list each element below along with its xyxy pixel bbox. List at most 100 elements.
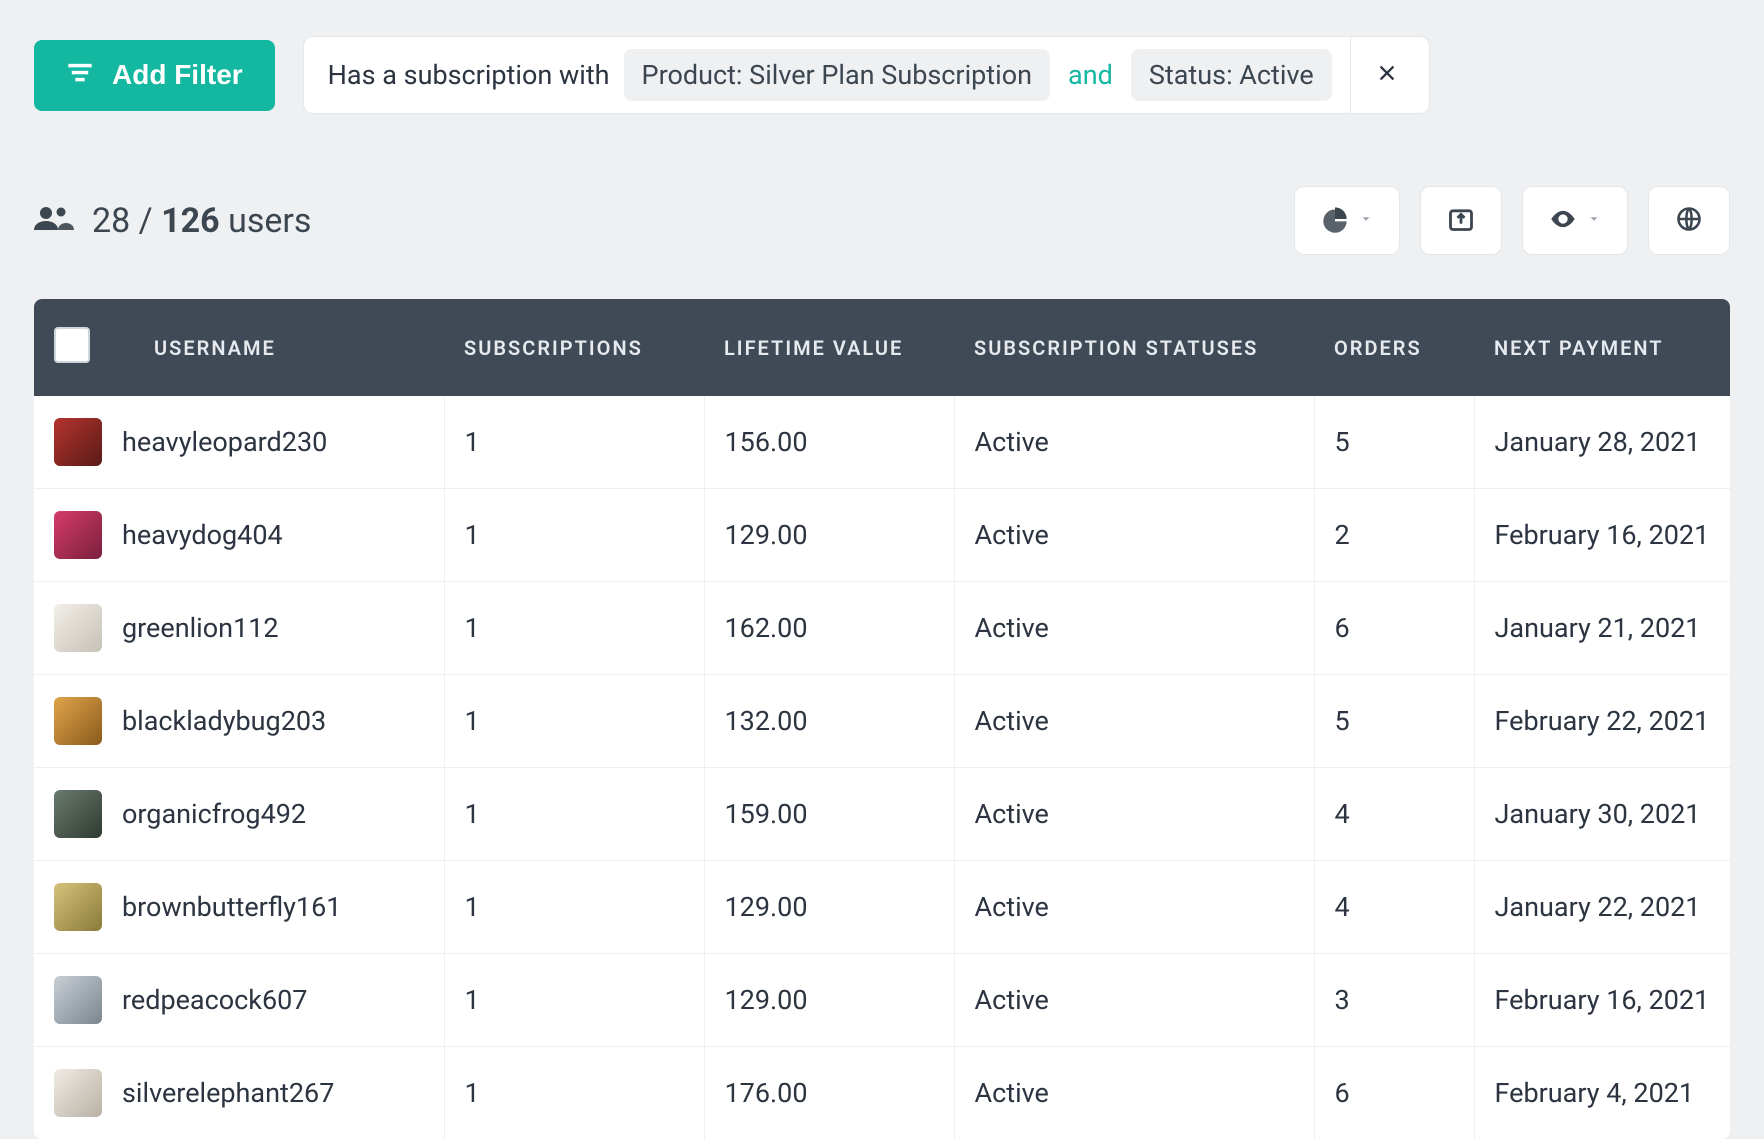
- subscriptions-cell: 1: [444, 396, 704, 489]
- filter-icon: [66, 58, 94, 93]
- subscriptions-cell: 1: [444, 675, 704, 768]
- lifetime-value-cell: 156.00: [704, 396, 954, 489]
- avatar: [54, 604, 102, 652]
- subscriptions-cell: 1: [444, 1047, 704, 1139]
- avatar: [54, 697, 102, 745]
- user-cell: brownbutterfly161: [34, 861, 444, 954]
- subscriptions-cell: 1: [444, 489, 704, 582]
- next-payment-cell: January 21, 2021: [1474, 582, 1730, 675]
- table-row[interactable]: organicfrog492 1159.00Active4January 30, …: [34, 768, 1730, 861]
- username: redpeacock607: [122, 984, 307, 1016]
- lifetime-value-cell: 159.00: [704, 768, 954, 861]
- status-cell: Active: [954, 1047, 1314, 1139]
- orders-cell: 4: [1314, 768, 1474, 861]
- users-table: USERNAME SUBSCRIPTIONS LIFETIME VALUE SU…: [34, 299, 1730, 1139]
- username: silverelephant267: [122, 1077, 334, 1109]
- avatar: [54, 511, 102, 559]
- lifetime-value-cell: 132.00: [704, 675, 954, 768]
- username: greenlion112: [122, 612, 279, 644]
- globe-icon: [1675, 205, 1703, 236]
- table-row[interactable]: redpeacock607 1129.00Active3February 16, …: [34, 954, 1730, 1047]
- subscriptions-cell: 1: [444, 954, 704, 1047]
- users-shown: 28: [92, 201, 130, 241]
- user-cell: redpeacock607: [34, 954, 444, 1047]
- avatar: [54, 1069, 102, 1117]
- col-lifetime-value[interactable]: LIFETIME VALUE: [704, 299, 954, 396]
- user-cell: greenlion112: [34, 582, 444, 675]
- next-payment-cell: February 16, 2021: [1474, 489, 1730, 582]
- filter-separator: [1350, 37, 1351, 113]
- next-payment-cell: February 4, 2021: [1474, 1047, 1730, 1139]
- avatar: [54, 790, 102, 838]
- status-cell: Active: [954, 861, 1314, 954]
- applied-filter[interactable]: Has a subscription with Product: Silver …: [303, 36, 1430, 114]
- username: heavydog404: [122, 519, 283, 551]
- status-cell: Active: [954, 675, 1314, 768]
- action-buttons: [1294, 186, 1730, 255]
- summary-row: 28 / 126 users: [34, 186, 1730, 255]
- status-cell: Active: [954, 396, 1314, 489]
- table-row[interactable]: blackladybug2031132.00Active5February 22…: [34, 675, 1730, 768]
- table-row[interactable]: brownbutterfly161 1129.00Active4January 2…: [34, 861, 1730, 954]
- col-username[interactable]: USERNAME: [134, 299, 444, 396]
- open-in-new-icon: [1447, 205, 1475, 236]
- close-icon: [1376, 59, 1398, 91]
- table-row[interactable]: greenlion1121162.00Active6January 21, 20…: [34, 582, 1730, 675]
- select-all-checkbox[interactable]: [54, 327, 90, 363]
- status-cell: Active: [954, 582, 1314, 675]
- table-row[interactable]: heavyleopard2301156.00Active5January 28,…: [34, 396, 1730, 489]
- subscriptions-cell: 1: [444, 768, 704, 861]
- username: brownbutterfly161: [122, 891, 341, 923]
- status-cell: Active: [954, 489, 1314, 582]
- filter-chip-product[interactable]: Product: Silver Plan Subscription: [624, 49, 1051, 101]
- orders-cell: 6: [1314, 582, 1474, 675]
- avatar: [54, 883, 102, 931]
- table-header-row: USERNAME SUBSCRIPTIONS LIFETIME VALUE SU…: [34, 299, 1730, 396]
- filter-and: and: [1064, 59, 1117, 91]
- select-all-header: [34, 299, 134, 396]
- user-count: 28 / 126 users: [34, 201, 311, 241]
- next-payment-cell: January 22, 2021: [1474, 861, 1730, 954]
- username: blackladybug203: [122, 705, 326, 737]
- chart-dropdown-button[interactable]: [1294, 186, 1400, 255]
- orders-cell: 5: [1314, 675, 1474, 768]
- table-row[interactable]: silverelephant2671176.00Active6February …: [34, 1047, 1730, 1139]
- visibility-dropdown-button[interactable]: [1522, 186, 1628, 255]
- pie-chart-icon: [1321, 205, 1349, 236]
- lifetime-value-cell: 129.00: [704, 861, 954, 954]
- next-payment-cell: January 30, 2021: [1474, 768, 1730, 861]
- col-orders[interactable]: ORDERS: [1314, 299, 1474, 396]
- subscriptions-cell: 1: [444, 861, 704, 954]
- username: heavyleopard230: [122, 426, 327, 458]
- add-filter-button[interactable]: Add Filter: [34, 40, 275, 111]
- status-cell: Active: [954, 954, 1314, 1047]
- users-total: 126: [161, 201, 220, 241]
- globe-button[interactable]: [1648, 186, 1730, 255]
- chevron-down-icon: [1359, 212, 1373, 229]
- eye-icon: [1549, 205, 1577, 236]
- col-subscriptions[interactable]: SUBSCRIPTIONS: [444, 299, 704, 396]
- orders-cell: 2: [1314, 489, 1474, 582]
- orders-cell: 6: [1314, 1047, 1474, 1139]
- col-next-payment[interactable]: NEXT PAYMENT: [1474, 299, 1730, 396]
- next-payment-cell: February 16, 2021: [1474, 954, 1730, 1047]
- filter-prefix: Has a subscription with: [328, 59, 610, 91]
- people-icon: [34, 201, 74, 241]
- remove-filter-button[interactable]: [1369, 57, 1405, 93]
- username: organicfrog492: [122, 798, 306, 830]
- user-cell: blackladybug203: [34, 675, 444, 768]
- col-subscription-statuses[interactable]: SUBSCRIPTION STATUSES: [954, 299, 1314, 396]
- user-cell: heavydog404: [34, 489, 444, 582]
- user-cell: organicfrog492: [34, 768, 444, 861]
- orders-cell: 3: [1314, 954, 1474, 1047]
- export-button[interactable]: [1420, 186, 1502, 255]
- lifetime-value-cell: 129.00: [704, 954, 954, 1047]
- table-row[interactable]: heavydog4041129.00Active2February 16, 20…: [34, 489, 1730, 582]
- status-cell: Active: [954, 768, 1314, 861]
- add-filter-label: Add Filter: [112, 59, 243, 91]
- subscriptions-cell: 1: [444, 582, 704, 675]
- orders-cell: 4: [1314, 861, 1474, 954]
- user-cell: heavyleopard230: [34, 396, 444, 489]
- filter-chip-status[interactable]: Status: Active: [1131, 49, 1332, 101]
- chevron-down-icon: [1587, 212, 1601, 229]
